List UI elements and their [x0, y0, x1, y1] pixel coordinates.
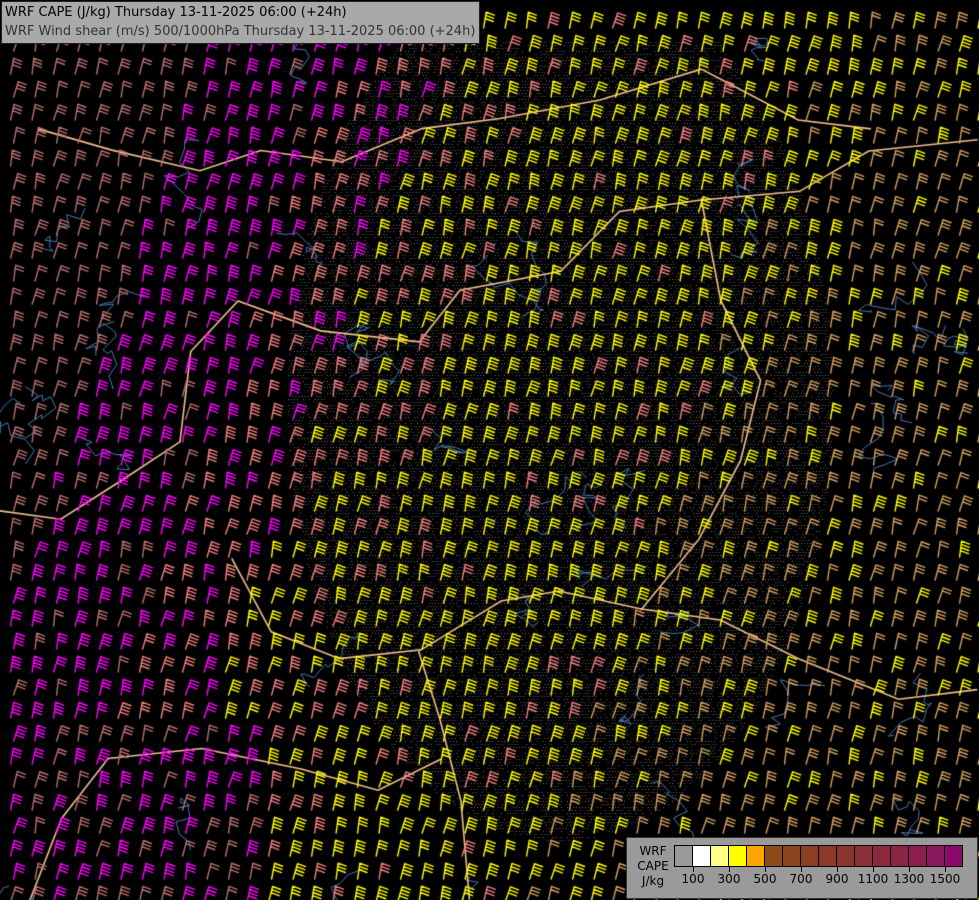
legend-swatch: [675, 846, 693, 866]
cape-legend: WRF CAPE J/kg 100 300 500 700 900 1100 1300 150…: [626, 837, 978, 899]
legend-swatch: [747, 846, 765, 866]
legend-label: WRF CAPE J/kg: [633, 844, 673, 889]
legend-tick-label: 1300: [893, 872, 925, 886]
legend-tick-label: 700: [789, 872, 813, 886]
legend-tick-label: 1500: [929, 872, 961, 886]
legend-tick-label: 900: [825, 872, 849, 886]
legend-swatch: [729, 846, 747, 866]
legend-label-variable: CAPE: [637, 859, 669, 873]
legend-swatch: [909, 846, 927, 866]
legend-swatch: [837, 846, 855, 866]
legend-swatch: [783, 846, 801, 866]
legend-swatch: [819, 846, 837, 866]
legend-swatch: [927, 846, 945, 866]
legend-swatch: [693, 846, 711, 866]
legend-swatch: [765, 846, 783, 866]
legend-swatch: [801, 846, 819, 866]
cape-title: WRF CAPE (J/kg) Thursday 13-11-2025 06:0…: [5, 5, 347, 20]
legend-tick-label: 500: [753, 872, 777, 886]
legend-tick-label: 1100: [857, 872, 889, 886]
legend-swatch: [945, 846, 962, 866]
legend-tick-label: 100: [681, 872, 705, 886]
legend-swatch: [855, 846, 873, 866]
legend-label-unit: J/kg: [641, 874, 665, 888]
map-title-box: WRF CAPE (J/kg) Thursday 13-11-2025 06:0…: [1, 1, 481, 44]
legend-swatch: [711, 846, 729, 866]
legend-tick-label: 300: [717, 872, 741, 886]
legend-swatch: [891, 846, 909, 866]
weather-map-view: WRF CAPE (J/kg) Thursday 13-11-2025 06:0…: [0, 0, 979, 900]
legend-label-model: WRF: [639, 844, 667, 858]
wind-shear-title: WRF Wind shear (m/s) 500/1000hPa Thursda…: [5, 24, 476, 39]
legend-color-bar: [674, 845, 963, 867]
wind-shear-cape-map[interactable]: [0, 0, 979, 900]
legend-swatch: [873, 846, 891, 866]
